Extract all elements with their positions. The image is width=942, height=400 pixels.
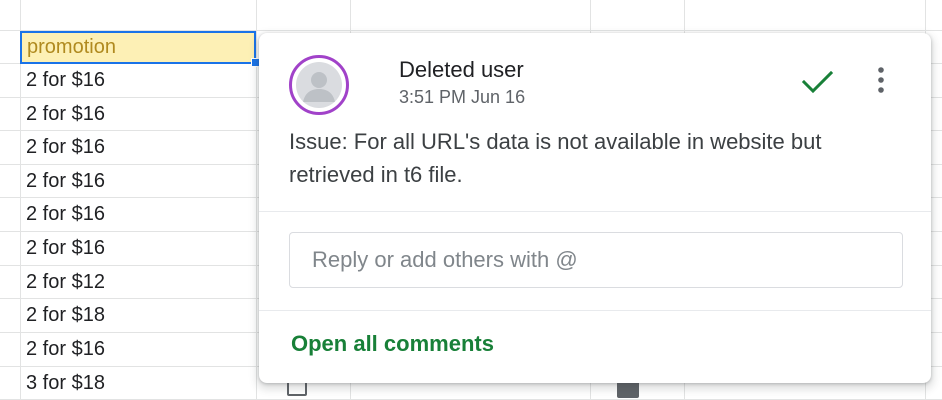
sheet-cell[interactable]: 2 for $18: [20, 299, 256, 332]
resolve-button[interactable]: [795, 61, 839, 101]
sheet-cell[interactable]: 2 for $16: [20, 232, 256, 265]
sheet-cell[interactable]: 2 for $16: [20, 333, 256, 366]
sheet-cell[interactable]: 2 for $16: [20, 98, 256, 131]
comment-card: Deleted user 3:51 PM Jun 16 Issue: For a…: [259, 33, 931, 383]
sheet-cell[interactable]: 2 for $16: [20, 64, 256, 97]
sheet-cell[interactable]: 2 for $16: [20, 165, 256, 198]
more-vert-icon: [869, 67, 893, 105]
open-all-comments-link[interactable]: Open all comments: [291, 331, 494, 357]
sheet-cell[interactable]: 2 for $16: [20, 131, 256, 164]
divider: [259, 310, 931, 311]
sheet-cell[interactable]: 2 for $16: [20, 198, 256, 231]
default-user-icon: [296, 62, 342, 108]
more-options-button[interactable]: [869, 61, 893, 101]
sheet-cell[interactable]: 3 for $18: [20, 367, 256, 400]
divider: [259, 211, 931, 212]
check-icon: [795, 70, 839, 105]
avatar: [289, 55, 349, 115]
selected-cell-promotion[interactable]: promotion: [20, 31, 256, 64]
comment-author: Deleted user: [399, 57, 524, 82]
reply-input[interactable]: [289, 232, 903, 288]
comment-timestamp: 3:51 PM Jun 16: [399, 87, 526, 107]
comment-body: Issue: For all URL's data is not availab…: [289, 129, 822, 187]
sheet-cell[interactable]: 2 for $12: [20, 266, 256, 299]
